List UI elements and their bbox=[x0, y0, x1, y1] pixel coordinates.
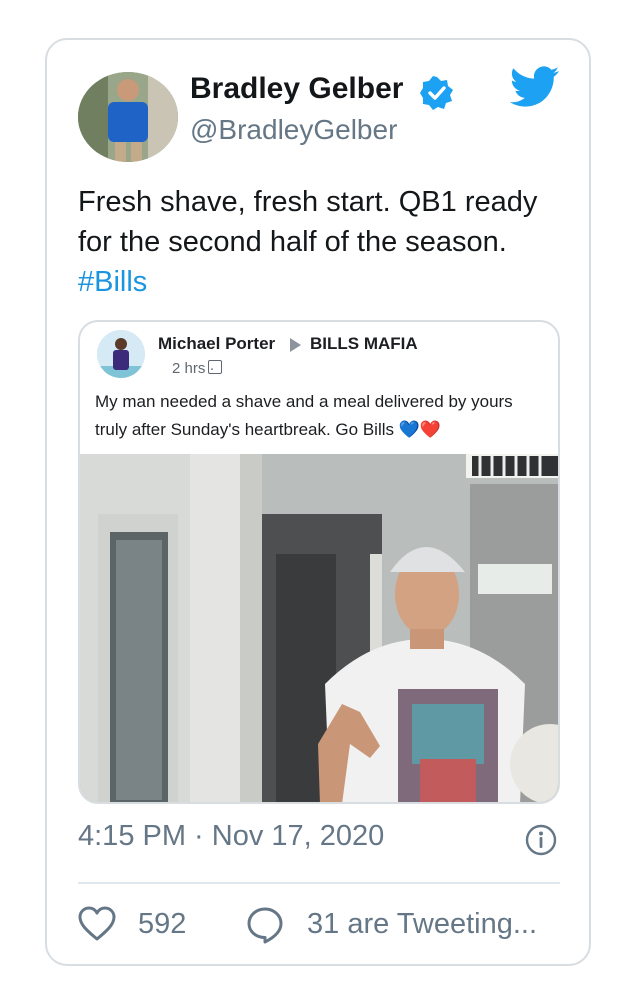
divider bbox=[78, 882, 560, 884]
quoted-post-photo[interactable] bbox=[80, 454, 558, 802]
tweet-text: Fresh shave, fresh start. QB1 ready for … bbox=[78, 182, 548, 302]
friends-privacy-icon bbox=[208, 360, 222, 374]
tweeting-count[interactable]: 31 are Tweeting... bbox=[307, 908, 537, 941]
quoted-author-avatar bbox=[97, 330, 145, 378]
twitter-bird-icon[interactable] bbox=[510, 66, 560, 108]
triangle-arrow-icon bbox=[290, 338, 301, 352]
quoted-author-name[interactable]: Michael Porter bbox=[158, 334, 275, 354]
author-name[interactable]: Bradley Gelber bbox=[190, 72, 403, 106]
verified-badge-icon bbox=[420, 76, 453, 110]
author-avatar[interactable] bbox=[78, 72, 178, 162]
reply-bubble-icon[interactable] bbox=[246, 906, 284, 944]
info-icon[interactable] bbox=[525, 824, 557, 856]
tweet-timestamp[interactable]: 4:15 PM · Nov 17, 2020 bbox=[78, 820, 384, 853]
quoted-post-text: My man needed a shave and a meal deliver… bbox=[95, 392, 513, 439]
tweet-text-body: Fresh shave, fresh start. QB1 ready for … bbox=[78, 186, 538, 258]
quoted-group-name[interactable]: BILLS MAFIA bbox=[310, 334, 418, 354]
heart-icon[interactable] bbox=[78, 906, 116, 942]
hashtag-link[interactable]: #Bills bbox=[78, 266, 147, 298]
quoted-facebook-post[interactable]: Michael Porter BILLS MAFIA 2 hrs · My ma… bbox=[78, 320, 560, 804]
author-handle[interactable]: @BradleyGelber bbox=[190, 114, 397, 146]
like-count[interactable]: 592 bbox=[138, 908, 186, 941]
